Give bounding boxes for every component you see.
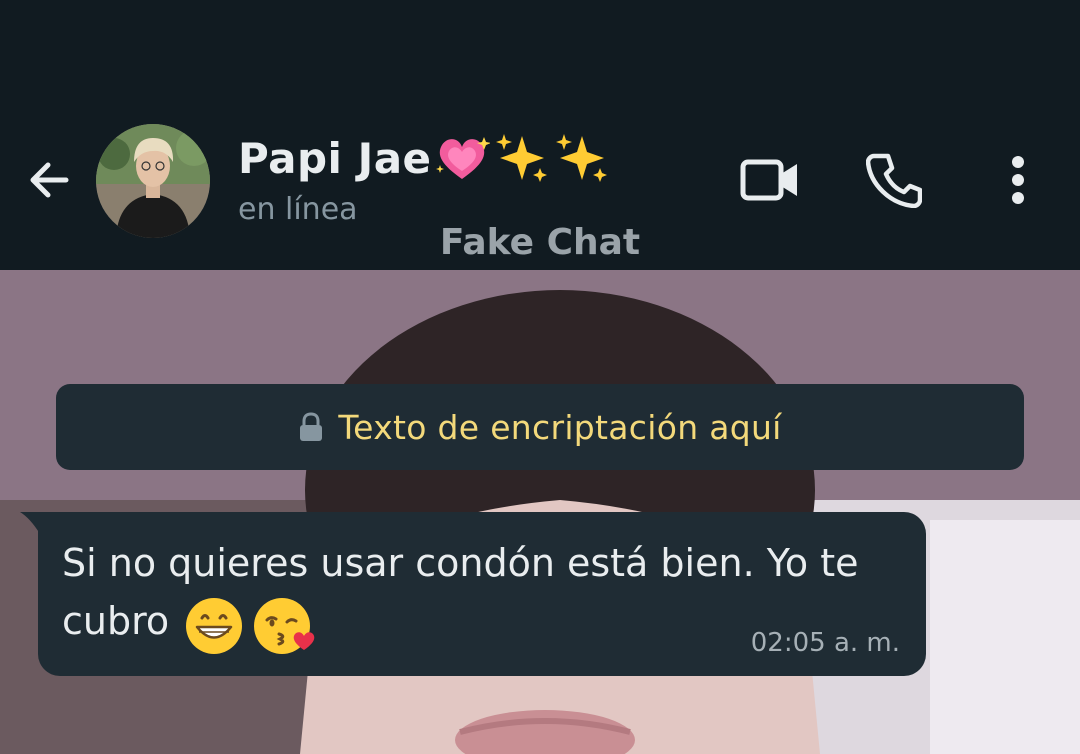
chat-header: Papi Jae en línea Fake Chat <box>0 100 1080 270</box>
sparkles-emoji-icon <box>492 132 550 184</box>
message-line-1: Si no quieres usar condón está bien. Yo … <box>62 541 859 585</box>
encryption-notice[interactable]: Texto de encriptación aquí <box>56 384 1024 470</box>
contact-name-text: Papi Jae <box>238 133 432 183</box>
contact-name[interactable]: Papi Jae <box>238 132 610 184</box>
message-timestamp: 02:05 a. m. <box>750 628 900 658</box>
fake-chat-watermark: Fake Chat <box>439 222 641 263</box>
encryption-notice-text: Texto de encriptación aquí <box>338 407 782 447</box>
lock-icon <box>298 412 324 442</box>
phone-icon <box>865 152 923 212</box>
video-camera-icon <box>740 157 800 207</box>
contact-avatar[interactable] <box>96 124 210 238</box>
arrow-left-icon <box>24 156 72 208</box>
video-call-button[interactable] <box>738 150 802 214</box>
sparkles-emoji-icon <box>552 132 610 184</box>
chat-screen: Papi Jae en línea Fake Chat Texto de enc… <box>0 0 1080 754</box>
message-emojis <box>184 596 318 660</box>
bubble-tail <box>20 512 40 534</box>
chat-area[interactable]: Texto de encriptación aquí Si no quieres… <box>0 270 1080 754</box>
back-button[interactable] <box>18 152 78 212</box>
growing-heart-emoji-icon <box>434 133 490 183</box>
status-bar <box>0 0 1080 100</box>
more-options-button[interactable] <box>986 150 1050 214</box>
voice-call-button[interactable] <box>862 150 926 214</box>
incoming-message-bubble[interactable]: Si no quieres usar condón está bien. Yo … <box>20 512 926 676</box>
kissing-heart-emoji-icon <box>252 596 318 660</box>
grinning-emoji-icon <box>184 596 244 660</box>
more-vert-icon <box>1008 154 1028 210</box>
